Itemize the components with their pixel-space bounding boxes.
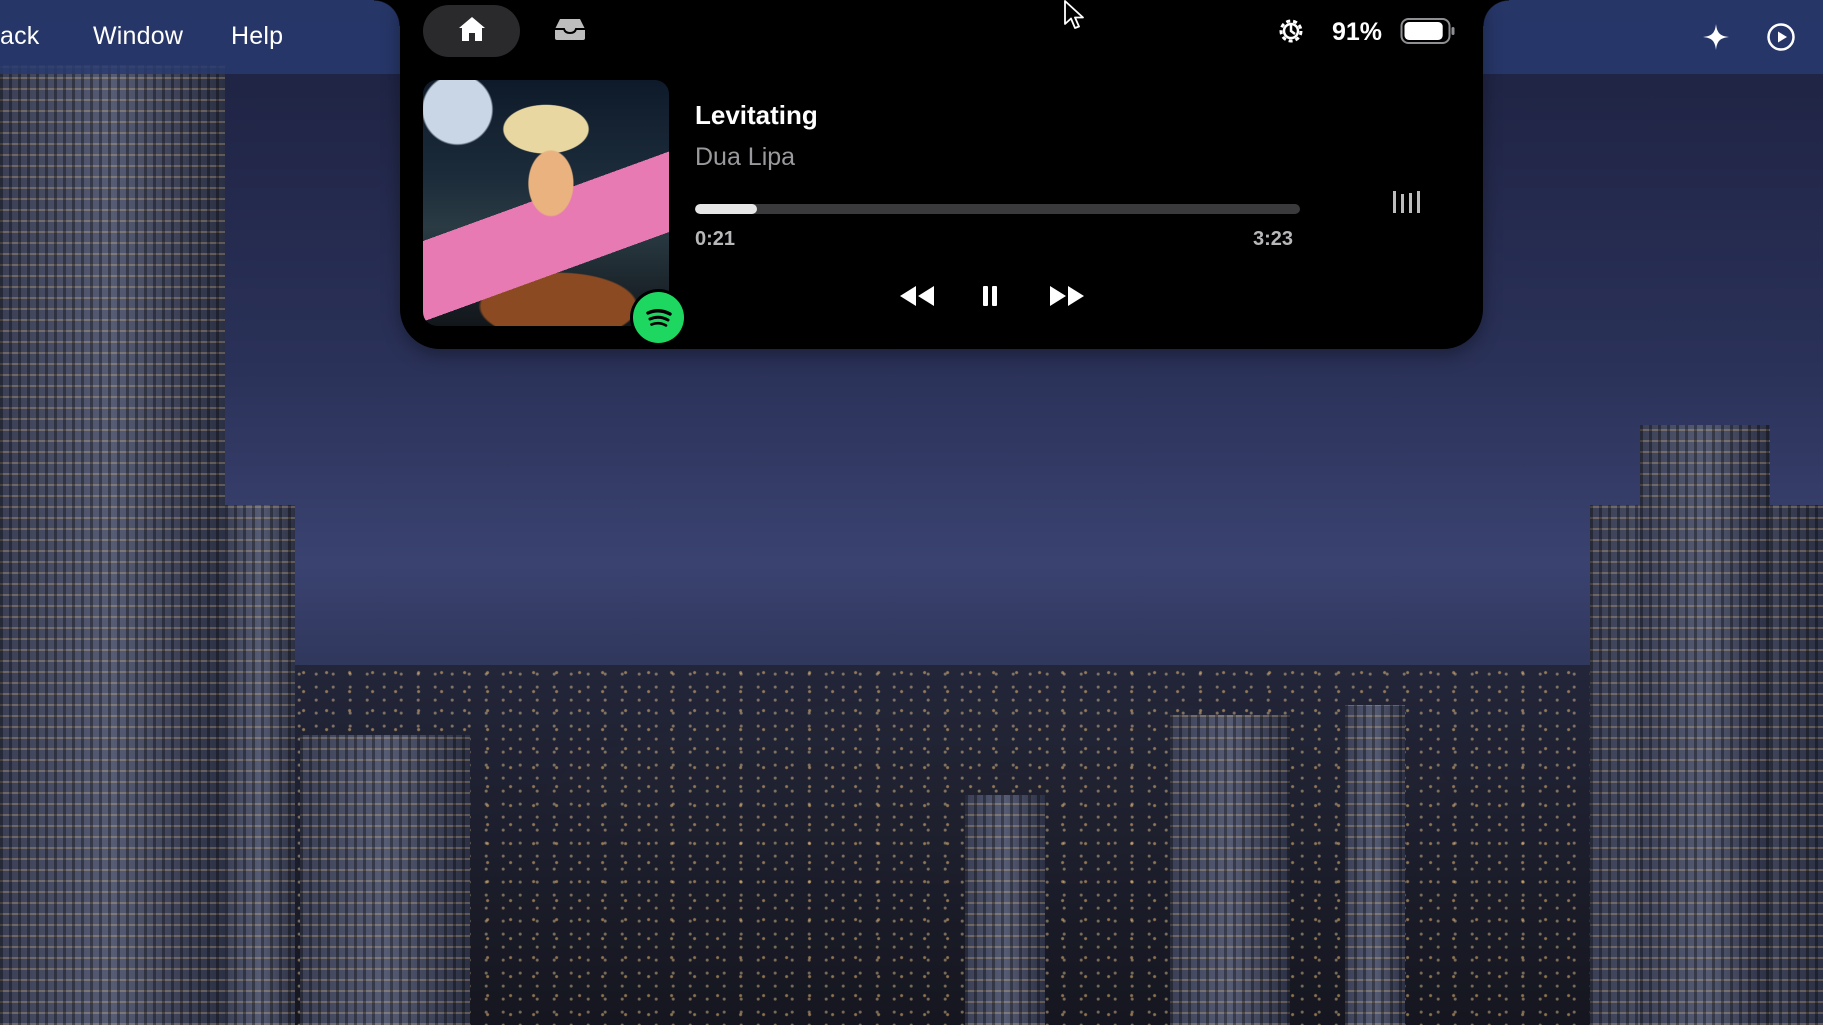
gear-icon[interactable]	[1275, 15, 1307, 47]
home-icon	[457, 15, 487, 48]
spotify-icon[interactable]	[633, 292, 684, 343]
wallpaper-building	[1345, 705, 1405, 1025]
album-artwork[interactable]	[423, 80, 669, 326]
rewind-button[interactable]	[895, 280, 939, 316]
menu-item-help[interactable]: Help	[231, 22, 283, 51]
notch-media-widget: 91% Levitating Dua Lipa 0:21 3:23	[374, 0, 1509, 349]
battery-icon	[1400, 17, 1456, 45]
menu-item-window[interactable]: Window	[93, 22, 183, 51]
wallpaper-building	[300, 735, 470, 1025]
track-title: Levitating	[695, 100, 818, 130]
menu-item-playback[interactable]: ack	[0, 22, 40, 51]
elapsed-time: 0:21	[695, 228, 736, 250]
wallpaper-building	[0, 65, 225, 1025]
wallpaper-building	[225, 505, 295, 1025]
mouse-pointer-icon	[1063, 0, 1087, 32]
playback-progress-fill	[695, 204, 758, 214]
wallpaper-building	[1170, 715, 1290, 1025]
total-duration: 3:23	[1253, 228, 1294, 250]
playback-progress-bar[interactable]	[695, 204, 1300, 214]
sparkle-icon[interactable]	[1699, 20, 1733, 54]
visualizer-icon	[1391, 189, 1425, 215]
pause-icon	[980, 284, 1000, 313]
battery-percentage: 91%	[1332, 18, 1383, 46]
track-artist: Dua Lipa	[695, 143, 796, 171]
pause-button[interactable]	[968, 280, 1012, 316]
wallpaper-building	[1640, 425, 1770, 1025]
fast-forward-icon	[1048, 285, 1086, 312]
fast-forward-button[interactable]	[1045, 280, 1089, 316]
play-circle-icon[interactable]	[1764, 20, 1798, 54]
wallpaper-building	[965, 795, 1045, 1025]
tab-tray[interactable]	[530, 5, 610, 57]
notch-corner	[374, 0, 400, 26]
rewind-icon	[898, 285, 936, 312]
notch-corner	[1483, 0, 1509, 26]
tray-icon	[553, 16, 587, 47]
tab-home[interactable]	[423, 5, 520, 57]
